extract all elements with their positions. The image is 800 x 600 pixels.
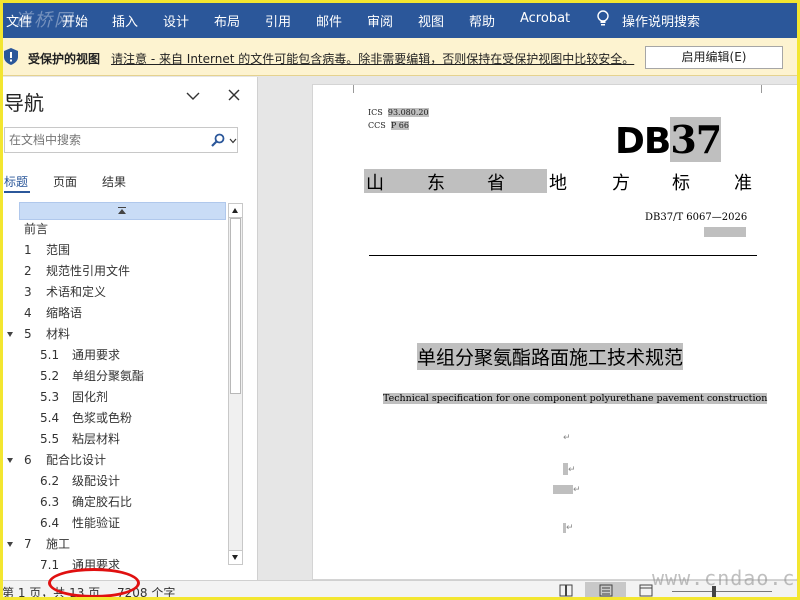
list-item[interactable]: 5.2 单组分聚氨酯 — [40, 366, 144, 386]
tab-home[interactable]: 开始 — [62, 11, 88, 30]
search-icon[interactable] — [211, 133, 225, 147]
read-mode-icon[interactable] — [559, 584, 573, 597]
web-layout-icon[interactable] — [639, 584, 653, 597]
tab-mailings[interactable]: 邮件 — [316, 11, 342, 30]
list-item[interactable]: 5.4 色浆或色粉 — [40, 408, 132, 428]
list-item[interactable]: 6.3 确定胶石比 — [40, 492, 132, 512]
list-item[interactable]: 6.2 级配设计 — [40, 471, 120, 491]
navigation-pane: 导航 标题 页面 结果 前言 1范围 2规范性引用文件 3术语和定义 4缩略语 … — [0, 77, 258, 580]
list-item[interactable]: 1 范围 — [24, 240, 70, 260]
standard-logo: DB37 — [615, 117, 722, 162]
scroll-thumb[interactable] — [230, 218, 241, 394]
enable-editing-button[interactable]: 启用编辑(E) — [645, 46, 783, 69]
tab-insert[interactable]: 插入 — [112, 11, 138, 30]
watermark: www.cndao.com — [652, 566, 800, 590]
list-item[interactable]: 5.1 通用要求 — [40, 345, 120, 365]
expand-toggle[interactable] — [7, 458, 13, 463]
search-input[interactable] — [9, 131, 205, 149]
list-item[interactable]: 3 术语和定义 — [24, 282, 106, 302]
tab-help[interactable]: 帮助 — [469, 11, 495, 30]
text-highlight — [553, 485, 573, 494]
standard-code: DB37/T 6067—2026 — [645, 212, 748, 223]
chevron-down-icon[interactable] — [186, 91, 200, 101]
paragraph-mark: ↵ — [568, 465, 576, 475]
active-tab-indicator — [4, 191, 30, 193]
document-page[interactable]: ICS 93.080.20 CCS P 66 DB37 山 东 省 地 方 标 … — [312, 84, 800, 580]
tab-layout[interactable]: 布局 — [214, 11, 240, 30]
tell-me-search[interactable]: 操作说明搜索 — [622, 11, 700, 30]
separator-line — [369, 255, 757, 256]
expand-toggle[interactable] — [7, 542, 13, 547]
paragraph-mark: ↵ — [563, 433, 571, 443]
list-item[interactable]: 5 材料 — [24, 324, 70, 344]
list-item[interactable]: 7.1 通用要求 — [40, 555, 120, 569]
expand-toggle[interactable] — [7, 332, 13, 337]
tab-view[interactable]: 视图 — [418, 11, 444, 30]
list-item[interactable]: 6 配合比设计 — [24, 450, 106, 470]
nav-scrollbar[interactable] — [228, 203, 243, 565]
paragraph-mark: ↵ — [566, 523, 574, 533]
ribbon-tabs: 道桥网 文件 开始 插入 设计 布局 引用 邮件 审阅 视图 帮助 Acroba… — [0, 0, 800, 38]
tab-file[interactable]: 文件 — [6, 11, 32, 30]
scroll-up-button[interactable] — [229, 204, 242, 218]
tab-headings[interactable]: 标题 — [4, 173, 28, 190]
shield-icon — [4, 48, 18, 65]
scroll-down-button[interactable] — [229, 550, 242, 564]
nav-pane-title: 导航 — [4, 91, 44, 115]
margin-corner — [761, 85, 762, 93]
protected-view-title: 受保护的视图 — [28, 52, 101, 66]
zoom-slider[interactable] — [672, 591, 772, 592]
document-area: ICS 93.080.20 CCS P 66 DB37 山 东 省 地 方 标 … — [259, 77, 800, 580]
highlight-annotation — [48, 568, 140, 598]
lightbulb-icon — [597, 10, 609, 26]
list-item[interactable]: 7 施工 — [24, 534, 70, 554]
margin-corner — [353, 85, 354, 93]
list-item[interactable]: 6.4 性能验证 — [40, 513, 120, 533]
ics-line: ICS 93.080.20 — [368, 108, 429, 117]
tab-results[interactable]: 结果 — [102, 173, 126, 190]
close-icon[interactable] — [228, 89, 240, 101]
code-highlight — [704, 227, 746, 237]
tab-pages[interactable]: 页面 — [53, 173, 77, 190]
document-title-cn: 单组分聚氨酯路面施工技术规范 — [417, 343, 684, 370]
list-item[interactable]: 2 规范性引用文件 — [24, 261, 130, 281]
list-item[interactable]: 前言 — [24, 219, 48, 239]
tab-references[interactable]: 引用 — [265, 11, 291, 30]
tab-design[interactable]: 设计 — [163, 11, 189, 30]
document-title-en: Technical specification for one componen… — [383, 393, 768, 404]
nav-search-box — [4, 127, 238, 153]
ccs-line: CCS P 66 — [368, 121, 409, 130]
print-layout-icon[interactable] — [599, 584, 613, 597]
chevron-down-icon[interactable] — [229, 138, 237, 144]
protected-view-bar: 受保护的视图 请注意 - 来自 Internet 的文件可能包含病毒。除非需要编… — [0, 38, 800, 76]
tab-review[interactable]: 审阅 — [367, 11, 393, 30]
list-item[interactable]: 4 缩略语 — [24, 303, 82, 323]
list-item[interactable]: 5.5 粘层材料 — [40, 429, 120, 449]
collapse-all-button[interactable] — [19, 202, 226, 220]
list-item[interactable]: 5.3 固化剂 — [40, 387, 108, 407]
standard-type: 山 东 省 地 方 标 准 — [364, 169, 754, 194]
tab-acrobat[interactable]: Acrobat — [520, 11, 570, 26]
protected-view-message[interactable]: 请注意 - 来自 Internet 的文件可能包含病毒。除非需要编辑，否则保持在… — [111, 50, 634, 67]
paragraph-mark: ↵ — [573, 485, 581, 495]
